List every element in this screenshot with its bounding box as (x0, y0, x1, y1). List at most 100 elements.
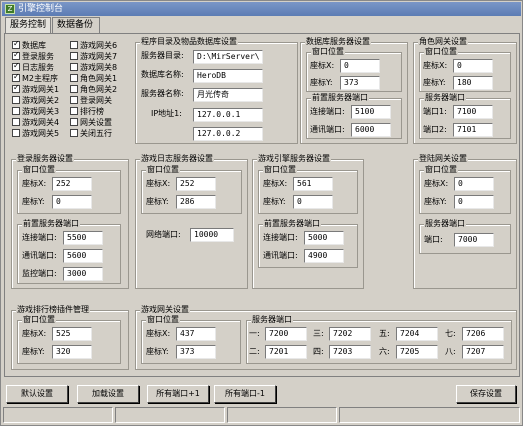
game-gate-port-5[interactable]: 7204 (396, 327, 438, 341)
log-net-port-input[interactable]: 10000 (190, 228, 234, 242)
checkbox-box[interactable] (70, 52, 78, 60)
checkbox-game-gate-3[interactable]: 游戏网关3 (12, 107, 59, 117)
group-title: 窗口位置 (146, 165, 180, 175)
login-comm-port-input[interactable]: 5600 (63, 249, 103, 263)
checkbox-box[interactable] (12, 50, 20, 60)
title-bar[interactable]: Z 引擎控制台 (2, 2, 521, 16)
engine-x-input[interactable]: 561 (293, 177, 333, 191)
login-y-input[interactable]: 0 (52, 195, 92, 209)
rank-y-input[interactable]: 320 (52, 345, 92, 359)
port-slot-label: 七: (445, 329, 456, 338)
login-x-input[interactable]: 252 (52, 177, 92, 191)
db-name-input[interactable]: HeroDB (193, 69, 263, 83)
log-x-input[interactable]: 252 (176, 177, 216, 191)
db-conn-port-input[interactable]: 5100 (351, 105, 391, 119)
engine-comm-port-input[interactable]: 4900 (304, 249, 344, 263)
login-gate-x-input[interactable]: 0 (454, 177, 494, 191)
role-port1-input[interactable]: 7100 (453, 105, 493, 119)
checkbox-box[interactable] (12, 129, 20, 137)
ip1-input[interactable]: 127.0.0.1 (193, 108, 263, 122)
role-port2-input[interactable]: 7101 (453, 123, 493, 137)
db-name-label: 数据库名称: (141, 70, 184, 79)
checkbox-box[interactable] (70, 41, 78, 49)
checkbox-box[interactable] (12, 72, 20, 82)
db-front-port-group: 前置服务器端口 连接端口: 5100 通讯端口: 6000 (306, 93, 402, 139)
checkbox-box[interactable] (70, 85, 78, 93)
db-server-group: 数据库服务器设置 窗口位置 座标X: 0 座标Y: 373 前置服务器端口 连接… (300, 37, 408, 144)
db-y-input[interactable]: 373 (340, 76, 380, 90)
checkbox-role-gate-2[interactable]: 角色网关2 (70, 85, 117, 95)
checkbox-close-wuxing[interactable]: 关闭五行 (70, 129, 112, 139)
checkbox-game-gate-1[interactable]: 游戏网关1 (12, 83, 59, 95)
role-x-input[interactable]: 0 (453, 59, 493, 73)
checkbox-box[interactable] (12, 118, 20, 126)
checkbox-box[interactable] (70, 74, 78, 82)
tab-data-backup[interactable]: 数据备份 (52, 17, 100, 33)
server-name-input[interactable]: 月光传奇 (193, 88, 263, 102)
login-gate-port-input[interactable]: 7000 (454, 233, 494, 247)
role-y-input[interactable]: 180 (453, 76, 493, 90)
checkbox-box[interactable] (12, 83, 20, 93)
game-gate-y-input[interactable]: 373 (176, 345, 216, 359)
conn-port-label: 连接端口: (22, 233, 57, 242)
checkbox-game-gate-6[interactable]: 游戏网关6 (70, 41, 117, 51)
login-window-pos-group: 窗口位置 座标X: 252 座标Y: 0 (17, 165, 121, 214)
checkbox-box[interactable] (70, 118, 78, 126)
game-gate-port-1[interactable]: 7200 (265, 327, 307, 341)
checkbox-box[interactable] (70, 96, 78, 104)
log-server-group: 游戏日志服务器设置 窗口位置 座标X: 252 座标Y: 286 网络端口: 1… (135, 154, 248, 289)
group-title: 窗口位置 (22, 315, 56, 325)
default-settings-button[interactable]: 默认设置 (6, 385, 68, 403)
ip2-input[interactable]: 127.0.0.2 (193, 127, 263, 141)
game-gate-port-2[interactable]: 7201 (265, 345, 307, 359)
y-label: 座标Y: (423, 78, 446, 87)
checkbox-box[interactable] (70, 63, 78, 71)
engine-conn-port-input[interactable]: 5000 (304, 231, 344, 245)
checkbox-box[interactable] (70, 107, 78, 115)
x-label: 座标X: (310, 61, 335, 70)
db-comm-port-input[interactable]: 6000 (351, 123, 391, 137)
conn-port-label: 连接端口: (310, 107, 345, 116)
login-gate-group: 登陆网关设置 窗口位置 座标X: 0 座标Y: 0 服务器端口 端口: 7000 (413, 154, 517, 289)
checkbox-ranking[interactable]: 排行榜 (70, 107, 104, 117)
game-gate-port-3[interactable]: 7202 (329, 327, 371, 341)
checkbox-box[interactable] (70, 129, 78, 137)
checkbox-box[interactable] (12, 39, 20, 49)
login-conn-port-input[interactable]: 5500 (63, 231, 103, 245)
log-y-input[interactable]: 286 (176, 195, 216, 209)
checkbox-box[interactable] (12, 107, 20, 115)
game-gate-port-7[interactable]: 7206 (462, 327, 504, 341)
checkbox-game-gate-2[interactable]: 游戏网关2 (12, 96, 59, 106)
login-monitor-port-input[interactable]: 3000 (63, 267, 103, 281)
checkbox-game-gate-4[interactable]: 游戏网关4 (12, 118, 59, 128)
all-ports-minus-button[interactable]: 所有端口-1 (214, 385, 276, 403)
game-gate-port-6[interactable]: 7205 (396, 345, 438, 359)
checkbox-game-gate-7[interactable]: 游戏网关7 (70, 52, 117, 62)
checkbox-role-gate-1[interactable]: 角色网关1 (70, 74, 117, 84)
checkbox-box[interactable] (12, 96, 20, 104)
checkbox-game-gate-5[interactable]: 游戏网关5 (12, 129, 59, 139)
game-gate-port-8[interactable]: 7207 (462, 345, 504, 359)
checkbox-label: 关闭五行 (80, 129, 112, 138)
server-dir-input[interactable]: D:\MirServer\ (193, 50, 263, 64)
checkbox-label: 排行榜 (80, 107, 104, 116)
checkbox-game-gate-8[interactable]: 游戏网关8 (70, 63, 117, 73)
db-x-input[interactable]: 0 (340, 59, 380, 73)
all-ports-plus-button[interactable]: 所有端口+1 (147, 385, 209, 403)
game-gate-port-4[interactable]: 7203 (329, 345, 371, 359)
checkbox-login-gate[interactable]: 登录网关 (70, 96, 112, 106)
port-slot-label: 二: (249, 347, 260, 356)
db-window-pos-group: 窗口位置 座标X: 0 座标Y: 373 (306, 47, 402, 92)
rank-plugin-group: 游戏排行榜插件管理 窗口位置 座标X: 525 座标Y: 320 (11, 305, 129, 370)
rank-x-input[interactable]: 525 (52, 327, 92, 341)
port-label: 端口: (424, 235, 443, 244)
load-settings-button[interactable]: 加载设置 (77, 385, 139, 403)
checkbox-gate-settings[interactable]: 网关设置 (70, 118, 112, 128)
save-settings-button[interactable]: 保存设置 (456, 385, 516, 403)
tab-service-control[interactable]: 服务控制 (5, 17, 51, 34)
group-title: 数据库服务器设置 (305, 37, 371, 47)
login-gate-y-input[interactable]: 0 (454, 195, 494, 209)
checkbox-box[interactable] (12, 61, 20, 71)
engine-y-input[interactable]: 0 (293, 195, 333, 209)
game-gate-x-input[interactable]: 437 (176, 327, 216, 341)
